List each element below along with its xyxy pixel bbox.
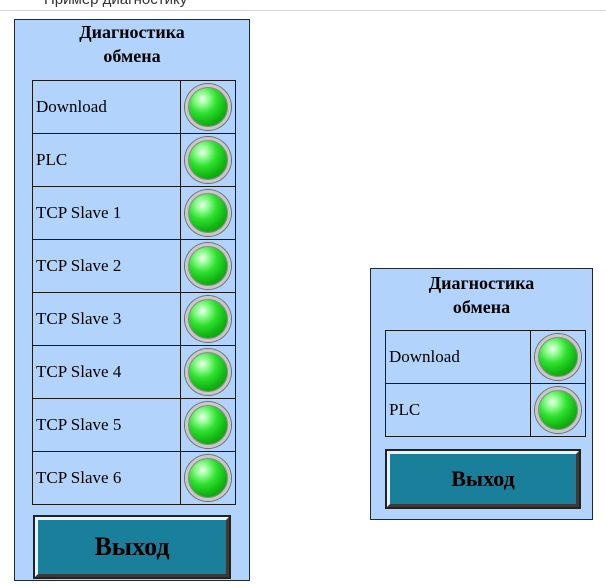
table-row: Download [32,80,236,134]
row-label-tcp-slave-1: TCP Slave 1 [32,186,181,240]
green-led-icon [185,84,231,130]
green-led-icon [185,402,231,448]
row-label-plc: PLC [385,383,531,437]
table-row: TCP Slave 6 [32,451,236,505]
green-led-icon [185,243,231,289]
row-label-tcp-slave-2: TCP Slave 2 [32,239,181,293]
row-label-plc: PLC [32,133,181,187]
row-label-download: Download [385,330,531,384]
large-panel-title-line1: Диагностика [79,22,185,42]
row-label-tcp-slave-4: TCP Slave 4 [32,345,181,399]
green-led-icon [185,137,231,183]
table-row: TCP Slave 4 [32,345,236,399]
caption-label: Пример диагностику [44,0,187,8]
green-led-icon [535,334,581,380]
small-panel-title: Диагностика обмена [371,271,592,319]
large-panel-title: Диагностика обмена [15,20,249,68]
table-row: TCP Slave 3 [32,292,236,346]
table-row: TCP Slave 1 [32,186,236,240]
green-led-icon [535,387,581,433]
small-table-viewport: Download PLC [385,330,587,440]
large-status-table: Download PLC TCP Slave 1 TCP Slave 2 TCP… [32,80,236,505]
small-panel-title-line2: обмена [452,297,511,317]
small-diagnostics-panel: Диагностика обмена Download PLC Выход [370,268,593,520]
row-label-tcp-slave-5: TCP Slave 5 [32,398,181,452]
green-led-icon [185,455,231,501]
table-row: PLC [385,383,586,437]
exit-button[interactable]: Выход [385,449,581,509]
table-row: Download [385,330,586,384]
row-label-tcp-slave-3: TCP Slave 3 [32,292,181,346]
green-led-icon [185,349,231,395]
large-diagnostics-panel: Диагностика обмена Download PLC TCP Slav… [14,19,250,581]
table-row: TCP Slave 2 [32,239,236,293]
exit-button[interactable]: Выход [33,515,231,579]
caption-text: Пример диагностику [0,0,606,11]
green-led-icon [185,190,231,236]
large-panel-title-line2: обмена [103,46,161,66]
table-row: TCP Slave 5 [32,398,236,452]
row-label-tcp-slave-6: TCP Slave 6 [32,451,181,505]
small-status-table: Download PLC [385,330,586,437]
table-row: PLC [32,133,236,187]
small-panel-title-line1: Диагностика [428,273,535,293]
row-label-download: Download [32,80,181,134]
green-led-icon [185,296,231,342]
